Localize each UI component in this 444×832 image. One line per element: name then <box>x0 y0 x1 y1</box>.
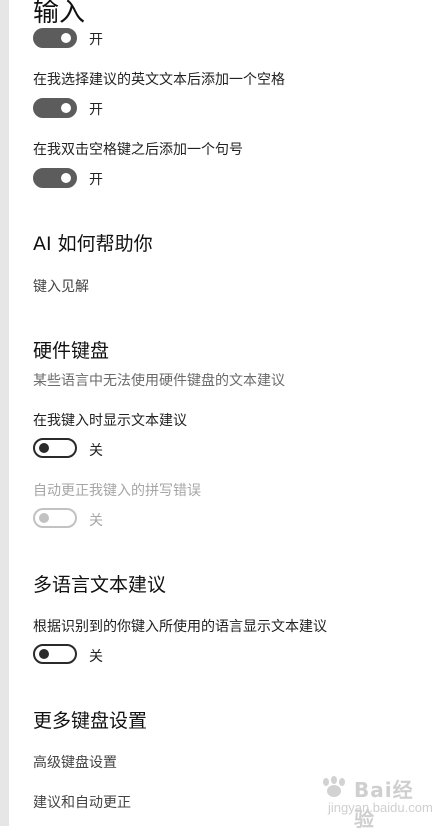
add-space-label: 在我选择建议的英文文本后添加一个空格 <box>33 72 285 88</box>
typing-top-toggle-state: 开 <box>89 32 103 48</box>
add-period-toggle-state: 开 <box>89 172 103 188</box>
typing-top-toggle[interactable] <box>33 28 77 48</box>
autocorrect-label: 自动更正我键入的拼写错误 <box>33 483 201 499</box>
hardware-keyboard-description: 某些语言中无法使用硬件键盘的文本建议 <box>33 373 285 389</box>
show-suggestions-toggle[interactable] <box>33 438 77 458</box>
paw-icon <box>323 776 345 797</box>
toggle-knob <box>61 103 71 113</box>
hardware-keyboard-heading: 硬件键盘 <box>33 340 110 362</box>
toggle-knob <box>61 33 71 43</box>
toggle-knob <box>39 443 49 453</box>
page-title: 输入 <box>33 0 86 28</box>
multilingual-suggestions-label: 根据识别到的你键入所使用的语言显示文本建议 <box>33 619 327 635</box>
show-suggestions-label: 在我键入时显示文本建议 <box>33 413 187 429</box>
multilingual-suggestions-toggle-state: 关 <box>89 649 103 665</box>
left-edge-strip <box>0 0 9 826</box>
typing-insights-link[interactable]: 键入见解 <box>33 276 89 296</box>
toggle-knob <box>39 649 49 659</box>
add-period-toggle[interactable] <box>33 168 77 188</box>
autocorrect-toggle-state: 关 <box>89 513 103 529</box>
more-keyboard-settings-heading: 更多键盘设置 <box>33 710 148 732</box>
multilingual-suggestions-toggle[interactable] <box>33 644 77 664</box>
autocorrect-toggle[interactable] <box>33 508 77 528</box>
advanced-keyboard-settings-link[interactable]: 高级键盘设置 <box>33 752 117 772</box>
show-suggestions-toggle-state: 关 <box>89 443 103 459</box>
ai-help-heading: AI 如何帮助你 <box>33 233 153 255</box>
add-space-toggle-state: 开 <box>89 102 103 118</box>
watermark-logo: Bai经验 jingyan.baidu.com <box>318 774 433 831</box>
add-space-toggle[interactable] <box>33 98 77 118</box>
multilingual-heading: 多语言文本建议 <box>33 574 167 596</box>
toggle-knob <box>39 513 49 523</box>
toggle-knob <box>61 173 71 183</box>
add-period-label: 在我双击空格键之后添加一个句号 <box>33 142 243 158</box>
suggestions-autocorrect-link[interactable]: 建议和自动更正 <box>33 792 131 812</box>
